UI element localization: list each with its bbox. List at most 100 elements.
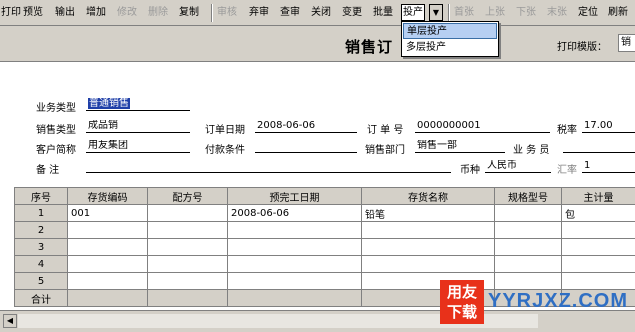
row-number: 1 (14, 204, 68, 222)
currency-field[interactable]: 人民币 (485, 160, 551, 173)
cell-unit[interactable] (561, 238, 635, 256)
payment-terms-label: 付款条件 (205, 145, 245, 156)
cell-code[interactable]: 001 (67, 204, 148, 222)
cell-unit[interactable] (561, 255, 635, 273)
total-cell (147, 289, 228, 307)
row-number: 2 (14, 221, 68, 239)
unaudit-button[interactable]: 弃审 (249, 5, 269, 21)
cell-unit[interactable]: 包 (561, 204, 635, 222)
cell-spec[interactable] (494, 238, 562, 256)
refresh-button[interactable]: 刷新 (608, 5, 628, 21)
sales-type-field[interactable]: 成品销 (86, 120, 190, 133)
cell-recipe[interactable] (147, 221, 228, 239)
cell-name[interactable] (361, 255, 495, 273)
tax-rate-label: 税率 (557, 125, 577, 136)
locate-button[interactable]: 定位 (578, 5, 598, 21)
first-record-button[interactable]: 首张 (454, 5, 474, 21)
salesperson-label: 业 务 员 (513, 145, 550, 156)
cell-recipe[interactable] (147, 255, 228, 273)
cell-code[interactable] (67, 221, 148, 239)
modify-button[interactable]: 修改 (117, 5, 137, 21)
cell-recipe[interactable] (147, 204, 228, 222)
cell-code[interactable] (67, 238, 148, 256)
cell-date[interactable] (227, 238, 362, 256)
tax-rate-field[interactable]: 17.00 (582, 120, 635, 133)
print-template-label: 打印模版： (557, 42, 607, 53)
salesperson-field[interactable] (563, 140, 635, 153)
cell-date[interactable] (227, 255, 362, 273)
cell-spec[interactable] (494, 204, 562, 222)
prev-record-button[interactable]: 上张 (485, 5, 505, 21)
cell-recipe[interactable] (147, 272, 228, 290)
cell-unit[interactable] (561, 272, 635, 290)
customer-field[interactable]: 用友集团 (86, 140, 190, 153)
order-no-field[interactable]: 0000000001 (415, 120, 550, 133)
sales-dept-field[interactable]: 销售一部 (415, 140, 505, 153)
column-header-spec[interactable]: 规格型号 (494, 187, 562, 205)
change-button[interactable]: 变更 (342, 5, 362, 21)
print-button[interactable]: 打印 (1, 5, 21, 21)
add-button[interactable]: 增加 (86, 5, 106, 21)
production-dropdown-arrow-icon[interactable]: ▼ (429, 4, 443, 21)
header-band (0, 26, 635, 62)
sales-type-label: 销售类型 (36, 125, 76, 136)
cell-recipe[interactable] (147, 238, 228, 256)
remark-field[interactable] (86, 160, 451, 173)
cell-code[interactable] (67, 255, 148, 273)
next-record-button[interactable]: 下张 (516, 5, 536, 21)
cell-name[interactable] (361, 221, 495, 239)
table-row[interactable]: 4 (14, 255, 635, 273)
customer-label: 客户简称 (36, 145, 76, 156)
export-button[interactable]: 输出 (55, 5, 75, 21)
order-date-field[interactable]: 2008-06-06 (255, 120, 357, 133)
menu-item-single-level-production[interactable]: 单层投产 (403, 23, 497, 39)
last-record-button[interactable]: 末张 (547, 5, 567, 21)
row-number: 4 (14, 255, 68, 273)
cell-unit[interactable] (561, 221, 635, 239)
cell-date[interactable] (227, 272, 362, 290)
table-row[interactable]: 3 (14, 238, 635, 256)
toolbar: 打印 预览 输出 增加 修改 删除 复制 审核 弃审 查审 关闭 变更 批量 投… (0, 0, 635, 26)
preview-button[interactable]: 预览 (23, 5, 43, 21)
cell-date[interactable]: 2008-06-06 (227, 204, 362, 222)
batch-button[interactable]: 批量 (373, 5, 393, 21)
horizontal-scrollbar[interactable]: ◀ (0, 310, 635, 332)
delete-button[interactable]: 删除 (148, 5, 168, 21)
line-items-table: 序号 存货编码 配方号 预完工日期 存货名称 规格型号 主计量 1 001 20… (14, 187, 635, 307)
production-button[interactable]: 投产 (401, 4, 425, 21)
column-header-date[interactable]: 预完工日期 (227, 187, 362, 205)
biz-type-field[interactable]: 普通销售 (86, 98, 190, 111)
order-no-label: 订 单 号 (367, 125, 404, 136)
table-row[interactable]: 5 (14, 272, 635, 290)
cell-date[interactable] (227, 221, 362, 239)
cell-code[interactable] (67, 272, 148, 290)
cell-spec[interactable] (494, 255, 562, 273)
column-header-unit[interactable]: 主计量 (561, 187, 635, 205)
column-header-recipe[interactable]: 配方号 (147, 187, 228, 205)
scroll-left-arrow-icon[interactable]: ◀ (3, 314, 17, 328)
table-row[interactable]: 2 (14, 221, 635, 239)
biz-type-label: 业务类型 (36, 103, 76, 114)
column-header-name[interactable]: 存货名称 (361, 187, 495, 205)
close-button[interactable]: 关闭 (311, 5, 331, 21)
watermark-logo: 用友下载 (440, 280, 484, 324)
order-date-label: 订单日期 (205, 125, 245, 136)
table-row[interactable]: 1 001 2008-06-06 铅笔 包 (14, 204, 635, 222)
column-header-no[interactable]: 序号 (14, 187, 68, 205)
total-cell (227, 289, 362, 307)
biz-type-value: 普通销售 (88, 98, 130, 109)
payment-terms-field[interactable] (255, 140, 357, 153)
cell-name[interactable] (361, 238, 495, 256)
exchange-rate-field[interactable]: 1 (582, 160, 635, 173)
copy-button[interactable]: 复制 (179, 5, 199, 21)
cell-spec[interactable] (494, 221, 562, 239)
column-header-code[interactable]: 存货编码 (67, 187, 148, 205)
production-dropdown-menu: 单层投产 多层投产 (401, 21, 499, 57)
menu-item-multi-level-production[interactable]: 多层投产 (403, 40, 497, 56)
audit-button[interactable]: 审核 (217, 5, 237, 21)
cell-name[interactable]: 铅笔 (361, 204, 495, 222)
print-template-select[interactable]: 销 (618, 34, 635, 52)
query-audit-button[interactable]: 查审 (280, 5, 300, 21)
cell-spec[interactable] (494, 272, 562, 290)
total-cell (67, 289, 148, 307)
